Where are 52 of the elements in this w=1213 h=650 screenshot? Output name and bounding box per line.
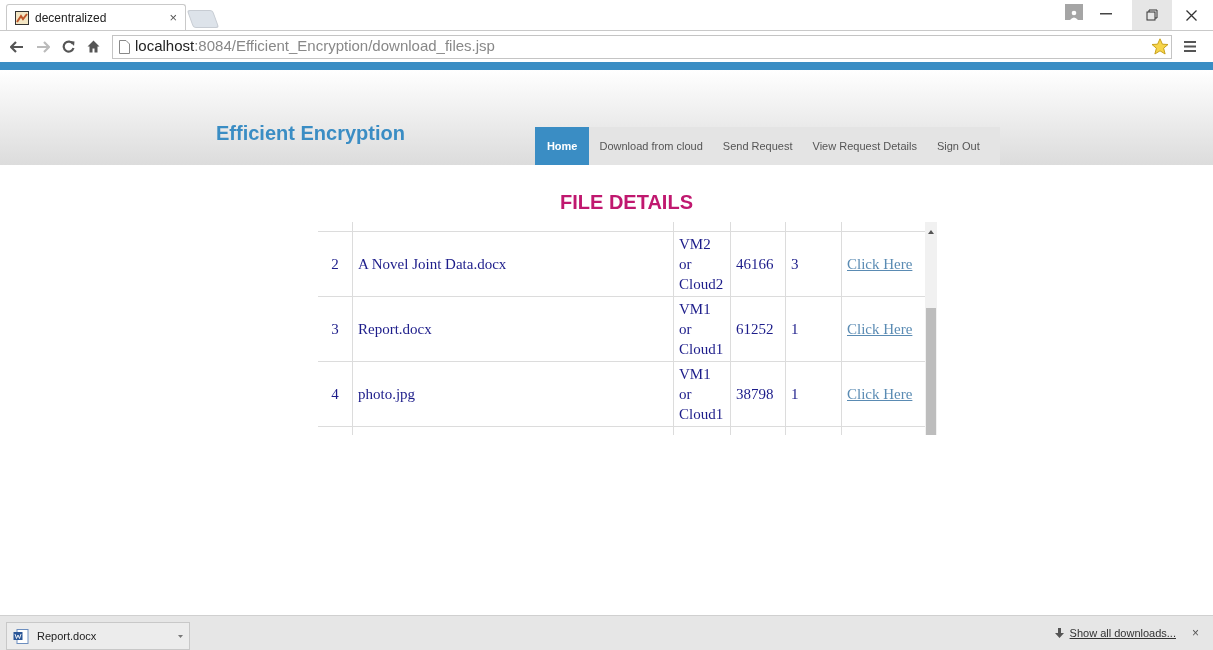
browser-tab[interactable]: decentralized × <box>6 4 186 30</box>
document-icon <box>13 628 29 644</box>
row-number: 2 <box>331 254 339 274</box>
home-icon[interactable] <box>87 40 100 53</box>
scroll-up-icon[interactable] <box>928 230 934 234</box>
file-size: 46166 <box>736 254 774 274</box>
nav-link[interactable]: View Request Details <box>802 127 927 165</box>
download-item[interactable]: Report.docx <box>6 622 190 650</box>
row-number: 4 <box>331 384 339 404</box>
file-size: 38798 <box>736 384 774 404</box>
download-arrow-icon <box>1054 628 1064 638</box>
profile-icon[interactable] <box>1065 4 1083 20</box>
page-icon <box>119 39 130 54</box>
restore-icon[interactable] <box>1146 9 1158 21</box>
storage-location: VM2 or Cloud2 <box>679 235 724 294</box>
file-name: A Novel Joint Data.docx <box>358 254 507 274</box>
back-icon[interactable] <box>10 40 24 53</box>
reload-icon[interactable] <box>62 40 75 53</box>
nav-link[interactable]: Home <box>534 127 590 165</box>
nav-link[interactable]: Send Request <box>712 127 803 165</box>
url-text: localhost:8084/Efficient_Encryption/download_files.jsp <box>135 36 495 57</box>
site-title: Efficient Encryption <box>216 121 405 146</box>
storage-location: VM1 or Cloud1 <box>679 365 724 424</box>
nav-link[interactable]: Sign Out <box>926 127 990 165</box>
scrollbar-thumb[interactable] <box>926 308 936 435</box>
restore-button[interactable] <box>1132 0 1172 30</box>
download-file-name: Report.docx <box>37 628 98 644</box>
download-link[interactable]: Click Here <box>847 317 913 341</box>
storage-location: VM1 or Cloud1 <box>679 300 724 359</box>
download-link[interactable]: Click Here <box>847 382 913 406</box>
nav-link[interactable]: Download from cloud <box>589 127 713 165</box>
table-cell-text: 1 <box>791 319 799 339</box>
tab-title: decentralized <box>35 9 108 27</box>
scrollbar[interactable] <box>925 222 937 435</box>
file-name: Report.docx <box>358 319 432 339</box>
dropdown-caret-icon[interactable] <box>178 634 183 638</box>
show-all-downloads-link[interactable]: Show all downloads... <box>1069 624 1176 642</box>
file-size: 61252 <box>736 319 774 339</box>
table-cell-text: 3 <box>791 254 799 274</box>
download-link[interactable]: Click Here <box>847 252 913 276</box>
close-tab-button[interactable]: × <box>169 7 177 28</box>
address-bar[interactable]: localhost:8084/Efficient_Encryption/download_files.jsp <box>112 34 1172 59</box>
file-name: photo.jpg <box>358 384 416 404</box>
page-heading: FILE DETAILS <box>560 190 693 215</box>
star-icon[interactable] <box>1151 38 1169 55</box>
close-icon[interactable] <box>1186 10 1197 21</box>
row-number: 3 <box>331 319 339 339</box>
table-cell-text: 1 <box>791 384 799 404</box>
minimize-icon[interactable] <box>1100 13 1112 15</box>
favicon-icon <box>15 10 29 25</box>
menu-icon[interactable] <box>1184 41 1196 52</box>
close-download-bar-button[interactable]: × <box>1192 624 1199 642</box>
